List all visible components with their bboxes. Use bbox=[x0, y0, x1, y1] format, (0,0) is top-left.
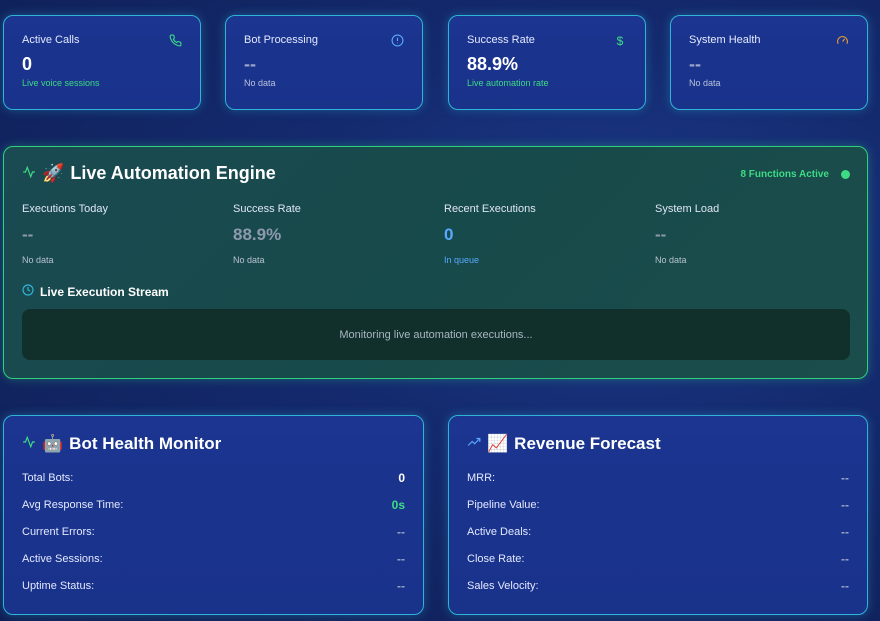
row-value: -- bbox=[397, 579, 405, 593]
row-mrr: MRR: -- bbox=[467, 471, 849, 485]
metric-executions-today: Executions Today -- No data bbox=[22, 203, 222, 265]
stat-card-success-rate: Success Rate $ 88.9% Live automation rat… bbox=[448, 15, 646, 110]
metric-label: Success Rate bbox=[233, 203, 301, 215]
dollar-icon: $ bbox=[616, 34, 624, 48]
metric-success-rate: Success Rate 88.9% No data bbox=[233, 203, 433, 265]
row-value: -- bbox=[841, 579, 849, 593]
stream-title: Live Execution Stream bbox=[22, 284, 169, 299]
metric-label: Executions Today bbox=[22, 203, 109, 215]
stat-subtext: No data bbox=[689, 78, 721, 88]
revenue-forecast-panel: 📈 Revenue Forecast MRR: -- Pipeline Valu… bbox=[448, 415, 868, 615]
metric-value: 88.9% bbox=[233, 225, 282, 244]
metric-value: -- bbox=[655, 225, 667, 244]
row-value: -- bbox=[397, 525, 405, 539]
stat-title: Success Rate bbox=[467, 34, 535, 46]
row-value: -- bbox=[841, 525, 849, 539]
row-uptime-status: Uptime Status: -- bbox=[22, 579, 405, 593]
row-label: Active Deals: bbox=[467, 526, 532, 538]
row-pipeline-value: Pipeline Value: -- bbox=[467, 498, 849, 512]
row-sales-velocity: Sales Velocity: -- bbox=[467, 579, 849, 593]
row-label: Total Bots: bbox=[22, 472, 74, 484]
engine-title: 🚀 Live Automation Engine bbox=[22, 163, 276, 184]
trending-up-icon bbox=[467, 434, 481, 454]
stat-card-bot-processing: Bot Processing -- No data bbox=[225, 15, 423, 110]
activity-icon bbox=[22, 163, 36, 184]
row-label: Current Errors: bbox=[22, 526, 95, 538]
stream-title-text: Live Execution Stream bbox=[40, 284, 169, 299]
status-dot bbox=[841, 170, 850, 179]
phone-icon bbox=[168, 34, 182, 48]
row-label: Pipeline Value: bbox=[467, 499, 540, 511]
row-value: -- bbox=[841, 471, 849, 485]
functions-active-badge: 8 Functions Active bbox=[740, 169, 829, 180]
row-close-rate: Close Rate: -- bbox=[467, 552, 849, 566]
row-total-bots: Total Bots: 0 bbox=[22, 471, 405, 485]
stat-subtext: Live voice sessions bbox=[22, 78, 100, 88]
row-value: 0 bbox=[398, 471, 405, 485]
row-label: Active Sessions: bbox=[22, 553, 103, 565]
metric-value: 0 bbox=[444, 225, 454, 244]
automation-engine-panel: 🚀 Live Automation Engine 8 Functions Act… bbox=[3, 146, 868, 379]
stat-title: System Health bbox=[689, 34, 761, 46]
chart-emoji-icon: 📈 bbox=[487, 434, 509, 453]
info-icon bbox=[390, 34, 404, 48]
rocket-icon: 🚀 bbox=[42, 163, 65, 183]
metric-label: Recent Executions bbox=[444, 203, 536, 215]
row-active-deals: Active Deals: -- bbox=[467, 525, 849, 539]
activity-icon bbox=[22, 434, 36, 454]
stat-card-system-health: System Health -- No data bbox=[670, 15, 868, 110]
metric-subtext: In queue bbox=[444, 255, 480, 265]
stat-subtext: Live automation rate bbox=[467, 78, 549, 88]
row-label: Uptime Status: bbox=[22, 580, 95, 592]
robot-icon: 🤖 bbox=[42, 434, 64, 453]
gauge-icon bbox=[835, 34, 849, 48]
metric-subtext: No data bbox=[22, 255, 54, 265]
metric-subtext: No data bbox=[655, 255, 687, 265]
row-value: -- bbox=[397, 552, 405, 566]
panel-title-text: Revenue Forecast bbox=[514, 434, 661, 453]
row-value: 0s bbox=[391, 498, 405, 512]
metric-label: System Load bbox=[655, 203, 720, 215]
metric-value: -- bbox=[22, 225, 34, 244]
stat-title: Active Calls bbox=[22, 34, 80, 46]
row-label: Avg Response Time: bbox=[22, 499, 124, 511]
metric-recent-executions: Recent Executions 0 In queue bbox=[444, 203, 644, 265]
stat-value: -- bbox=[689, 54, 701, 74]
panel-title: 🤖 Bot Health Monitor bbox=[22, 434, 221, 454]
stat-subtext: No data bbox=[244, 78, 276, 88]
row-label: Close Rate: bbox=[467, 553, 525, 565]
stat-value: 0 bbox=[22, 54, 33, 74]
row-label: Sales Velocity: bbox=[467, 580, 539, 592]
row-value: -- bbox=[841, 498, 849, 512]
panel-title: 📈 Revenue Forecast bbox=[467, 434, 661, 454]
row-value: -- bbox=[841, 552, 849, 566]
engine-title-text: Live Automation Engine bbox=[70, 163, 276, 183]
bot-health-panel: 🤖 Bot Health Monitor Total Bots: 0 Avg R… bbox=[3, 415, 424, 615]
metric-system-load: System Load -- No data bbox=[655, 203, 855, 265]
stat-card-active-calls: Active Calls 0 Live voice sessions bbox=[3, 15, 201, 110]
execution-stream-box: Monitoring live automation executions... bbox=[22, 309, 850, 360]
clock-icon bbox=[22, 284, 34, 299]
row-current-errors: Current Errors: -- bbox=[22, 525, 405, 539]
row-active-sessions: Active Sessions: -- bbox=[22, 552, 405, 566]
stat-value: 88.9% bbox=[467, 54, 519, 74]
row-label: MRR: bbox=[467, 472, 496, 484]
row-avg-response-time: Avg Response Time: 0s bbox=[22, 498, 405, 512]
stat-title: Bot Processing bbox=[244, 34, 318, 46]
stat-value: -- bbox=[244, 54, 256, 74]
panel-title-text: Bot Health Monitor bbox=[69, 434, 222, 453]
metric-subtext: No data bbox=[233, 255, 265, 265]
